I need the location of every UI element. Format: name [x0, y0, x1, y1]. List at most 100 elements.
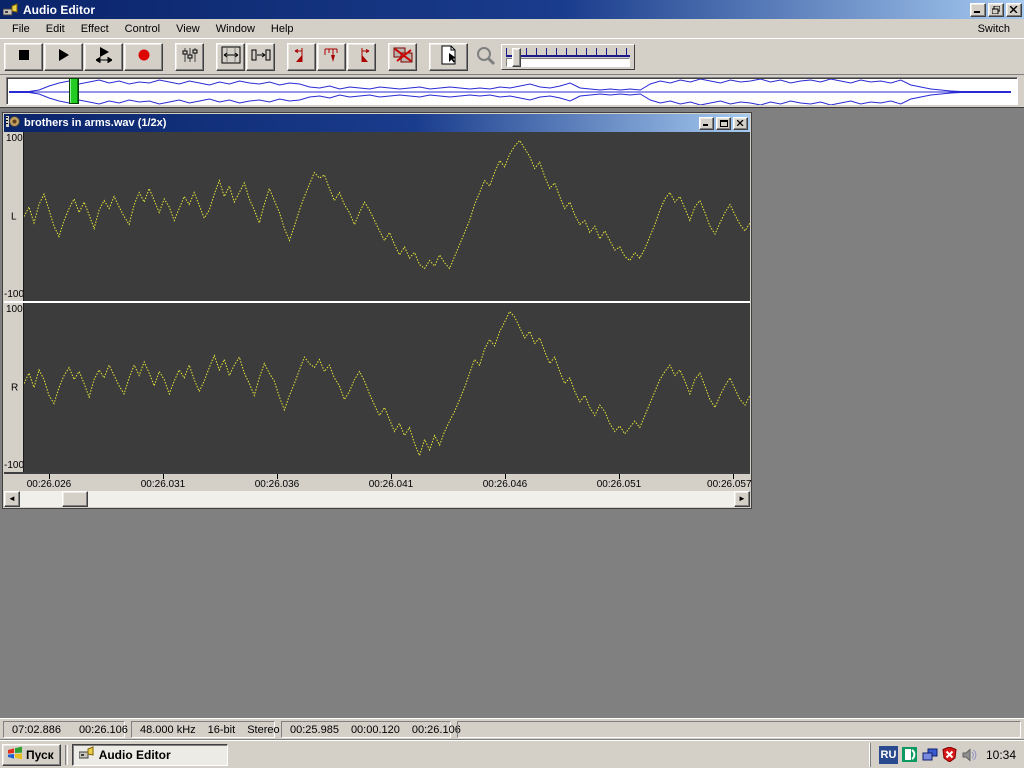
- editor-close-button[interactable]: [733, 117, 748, 130]
- channel-left: 100 L -100: [4, 132, 750, 301]
- windows-logo-icon: [7, 746, 23, 763]
- toolbar-gap: [276, 56, 287, 57]
- waveform-left-polyline: [24, 141, 750, 269]
- editor-window-title: brothers in arms.wav (1/2x): [24, 117, 697, 129]
- workspace: brothers in arms.wav (1/2x) 100 L -100: [0, 108, 1024, 718]
- menu-window[interactable]: Window: [208, 21, 263, 37]
- status-time-panel: 07:02.886 00:26.106: [3, 721, 125, 738]
- editor-window: brothers in arms.wav (1/2x) 100 L -100: [2, 112, 752, 509]
- menu-view[interactable]: View: [168, 21, 208, 37]
- overview-waveform[interactable]: [6, 77, 1018, 105]
- time-label: 00:26.051: [597, 479, 642, 490]
- time-ruler[interactable]: 00:26.026 00:26.031 00:26.036 00:26.041 …: [4, 472, 750, 491]
- scroll-left-button[interactable]: ◄: [4, 491, 20, 507]
- markers-icon: [323, 46, 341, 67]
- start-button-label: Пуск: [26, 748, 54, 762]
- menu-control[interactable]: Control: [117, 21, 168, 37]
- volume-tray-icon[interactable]: [962, 747, 978, 763]
- menu-bar: File Edit Effect Control View Window Hel…: [0, 19, 1024, 39]
- channel-label-left: L: [11, 211, 17, 222]
- time-label: 00:26.057: [707, 479, 752, 490]
- scrap-disabled-button[interactable]: [388, 43, 417, 71]
- status-format-panel: 48.000 kHz 16-bit Stereo: [131, 721, 275, 738]
- toolbar-gap: [418, 56, 429, 57]
- task-button-audio-editor[interactable]: Audio Editor: [72, 744, 228, 766]
- editor-window-icon: [6, 115, 20, 131]
- editor-minimize-button[interactable]: [699, 117, 714, 130]
- marker-start-icon: [293, 46, 311, 67]
- close-button[interactable]: [1006, 3, 1022, 17]
- editor-maximize-button[interactable]: [716, 117, 731, 130]
- waveform-display-left[interactable]: [23, 132, 750, 301]
- toolbar-gap: [205, 56, 216, 57]
- status-empty-panel: [457, 721, 1021, 738]
- zoom-slider[interactable]: [501, 44, 635, 70]
- network-tray-icon[interactable]: [922, 747, 938, 763]
- title-bar: Audio Editor: [0, 0, 1024, 19]
- marker-start-button[interactable]: [287, 43, 316, 71]
- messenger-tray-icon[interactable]: [902, 747, 918, 763]
- marker-end-icon: [353, 46, 371, 67]
- overview-row: [0, 75, 1024, 108]
- start-button[interactable]: Пуск: [2, 744, 61, 766]
- magnifier-icon: [475, 46, 497, 68]
- time-label: 00:26.031: [141, 479, 186, 490]
- marker-end-button[interactable]: [347, 43, 376, 71]
- zoom-slider-thumb[interactable]: [512, 48, 521, 67]
- new-from-clipboard-icon: [440, 45, 458, 68]
- app-icon: [3, 3, 19, 17]
- channel-label-right: R: [11, 382, 18, 393]
- editor-title-bar[interactable]: brothers in arms.wav (1/2x): [4, 114, 750, 132]
- toolbar: [0, 39, 1024, 75]
- scale-label: -100: [4, 460, 24, 471]
- mixer-icon: [182, 47, 198, 66]
- play-range-button[interactable]: [84, 43, 123, 71]
- time-label: 00:26.046: [483, 479, 528, 490]
- menu-file[interactable]: File: [4, 21, 38, 37]
- menu-switch[interactable]: Switch: [968, 21, 1020, 37]
- audio-editor-app: Audio Editor File Edit Effect Control Vi…: [0, 0, 1024, 768]
- tray-clock: 10:34: [986, 748, 1016, 762]
- play-button[interactable]: [44, 43, 83, 71]
- task-button-label: Audio Editor: [99, 748, 171, 762]
- horizontal-scrollbar[interactable]: ◄ ►: [4, 491, 750, 507]
- language-indicator[interactable]: RU: [879, 746, 898, 764]
- taskbar-divider: [65, 745, 68, 765]
- status-bar: 07:02.886 00:26.106 48.000 kHz 16-bit St…: [0, 718, 1024, 740]
- scale-label: 100: [6, 304, 23, 315]
- mixer-button[interactable]: [175, 43, 204, 71]
- record-button[interactable]: [124, 43, 163, 71]
- channel-mode: Stereo: [247, 724, 279, 736]
- stop-button[interactable]: [4, 43, 43, 71]
- scrollbar-track[interactable]: [20, 491, 734, 507]
- restore-button[interactable]: [988, 3, 1004, 17]
- scroll-right-button[interactable]: ►: [734, 491, 750, 507]
- fit-window-button[interactable]: [246, 43, 275, 71]
- scrollbar-thumb[interactable]: [62, 491, 88, 507]
- toolbar-gap: [164, 56, 175, 57]
- overview-envelope-top: [9, 79, 1011, 92]
- new-from-clipboard-button[interactable]: [429, 43, 468, 71]
- security-alert-tray-icon[interactable]: [942, 747, 958, 763]
- task-app-icon: [79, 746, 95, 763]
- menu-help[interactable]: Help: [263, 21, 302, 37]
- toolbar-gap: [377, 56, 388, 57]
- time-label: 00:26.026: [27, 479, 72, 490]
- status-selection-panel: 00:25.985 00:00.120 00:26.106: [281, 721, 451, 738]
- zoom-selection-button[interactable]: [216, 43, 245, 71]
- selection-end: 00:26.106: [412, 724, 461, 736]
- window-title: Audio Editor: [23, 3, 968, 17]
- arrow-right-icon: ►: [738, 495, 746, 503]
- menu-edit[interactable]: Edit: [38, 21, 73, 37]
- stop-icon: [18, 49, 30, 64]
- menu-effect[interactable]: Effect: [73, 21, 117, 37]
- playback-position-cursor[interactable]: [69, 78, 79, 104]
- total-time: 07:02.886: [12, 724, 61, 736]
- minimize-button[interactable]: [970, 3, 986, 17]
- waveform-display-right[interactable]: [23, 303, 750, 472]
- overview-svg: [9, 79, 1011, 105]
- zoom-slider-groove[interactable]: [506, 58, 630, 67]
- zoom-selection-icon: [221, 46, 241, 67]
- overview-envelope-bottom: [9, 93, 1011, 106]
- markers-button[interactable]: [317, 43, 346, 71]
